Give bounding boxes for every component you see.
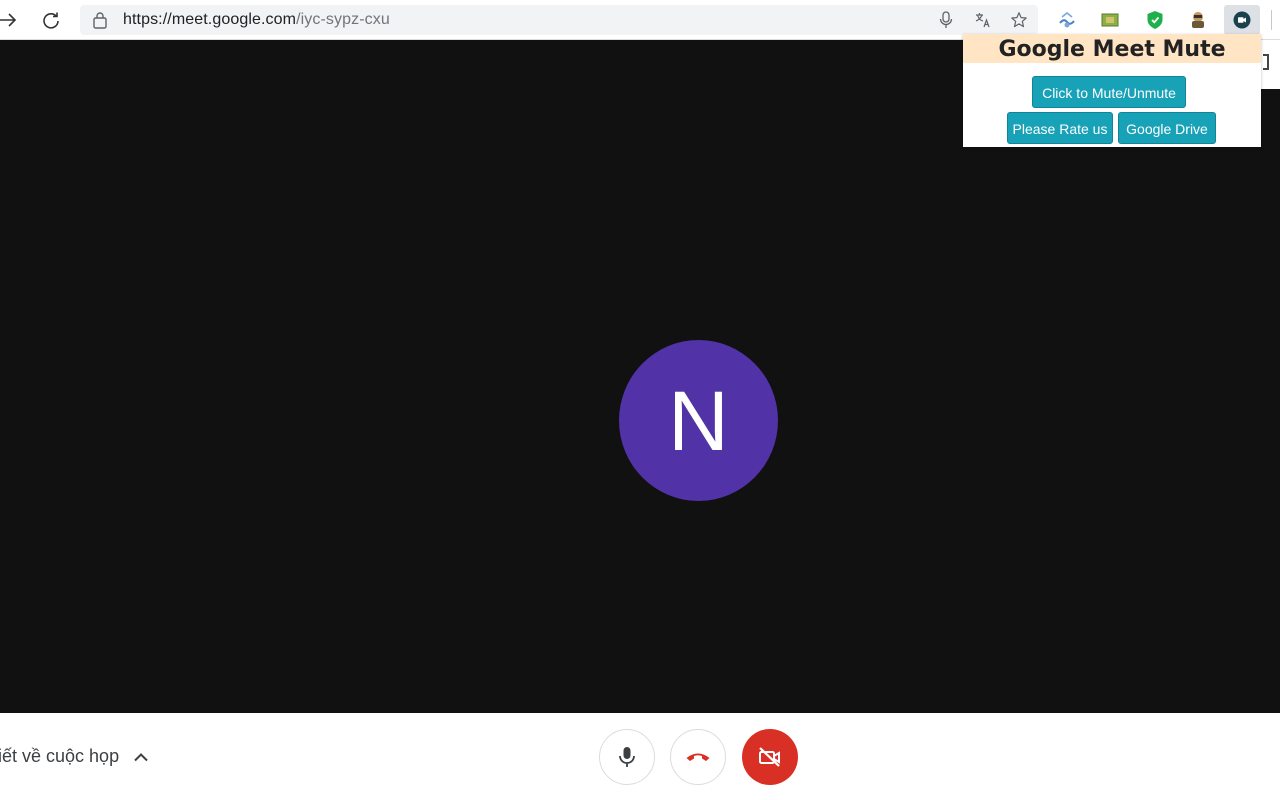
url-text[interactable]: https://meet.google.com/iyc-sypz-cxu	[123, 5, 390, 35]
call-controls-bar: iết về cuộc họp	[0, 713, 1280, 800]
microphone-icon[interactable]	[936, 11, 956, 29]
extension-icon-2[interactable]	[1099, 9, 1121, 31]
lock-icon[interactable]	[92, 11, 108, 34]
microphone-button[interactable]	[599, 729, 655, 785]
hang-up-icon	[686, 753, 710, 761]
microphone-icon	[619, 747, 635, 767]
star-icon[interactable]	[1009, 11, 1029, 29]
participant-avatar: N	[619, 340, 778, 501]
camera-off-icon	[759, 747, 780, 767]
meeting-details-label: iết về cuộc họp	[0, 746, 120, 766]
google-drive-button[interactable]: Google Drive	[1118, 112, 1216, 144]
forward-arrow-icon[interactable]	[0, 6, 22, 34]
leave-call-button[interactable]	[670, 729, 726, 785]
meet-mute-popup: Google Meet Mute Click to Mute/Unmute Pl…	[963, 34, 1261, 147]
address-bar[interactable]: https://meet.google.com/iyc-sypz-cxu	[80, 5, 1038, 35]
meeting-details-button[interactable]: iết về cuộc họp	[0, 746, 149, 767]
camera-off-button[interactable]	[742, 729, 798, 785]
url-path: /iyc-sypz-cxu	[296, 11, 390, 28]
popup-title: Google Meet Mute	[963, 34, 1261, 63]
extension-icon-1[interactable]	[1056, 9, 1078, 31]
mute-toggle-button[interactable]: Click to Mute/Unmute	[1032, 76, 1186, 108]
url-domain: https://meet.google.com	[123, 11, 297, 28]
translate-icon[interactable]	[973, 11, 993, 29]
toolbar-divider	[1271, 10, 1272, 30]
page-edge-panel	[1261, 40, 1280, 89]
extension-icon-4[interactable]	[1187, 9, 1209, 31]
rate-us-button[interactable]: Please Rate us	[1007, 112, 1113, 144]
chevron-up-icon	[133, 752, 149, 762]
reload-icon[interactable]	[37, 6, 65, 34]
shield-extension-icon[interactable]	[1144, 9, 1166, 31]
meet-mute-extension-icon[interactable]	[1224, 5, 1260, 35]
panel-icon	[1263, 54, 1269, 70]
